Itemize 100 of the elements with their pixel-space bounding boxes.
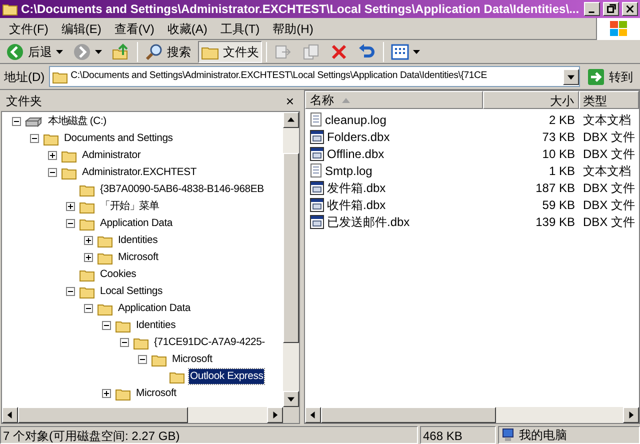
views-icon (391, 44, 409, 60)
file-name[interactable]: Offline.dbx (327, 144, 384, 162)
address-label: 地址(D) (4, 68, 45, 86)
status-zone: 我的电脑 (519, 427, 567, 444)
column-header[interactable]: 大小 (483, 91, 579, 109)
collapse-icon[interactable] (66, 219, 75, 228)
folder-icon (115, 386, 131, 400)
folder-icon (133, 336, 149, 350)
window-file-icon (310, 198, 324, 212)
tree-item[interactable]: Identities (117, 233, 159, 248)
search-icon (145, 42, 163, 60)
menu-item[interactable]: 文件(F) (9, 20, 48, 38)
folders-button[interactable]: 文件夹 (198, 40, 262, 62)
tree-item[interactable]: Outlook Express (189, 369, 264, 384)
collapse-icon[interactable] (120, 338, 129, 347)
window-file-icon (310, 146, 324, 160)
scroll-down-icon[interactable] (283, 391, 299, 407)
menu-item[interactable]: 工具(T) (220, 20, 260, 38)
tree-item[interactable]: 本地磁盘 (C:) (47, 114, 108, 129)
file-size: 59 KB (541, 196, 576, 214)
menu-item[interactable]: 查看(V) (114, 20, 154, 38)
collapse-icon[interactable] (102, 321, 111, 330)
column-header[interactable]: 名称 (305, 91, 483, 109)
column-header[interactable]: 类型 (579, 91, 639, 109)
tree-item[interactable]: Identities (135, 318, 177, 333)
collapse-icon[interactable] (48, 168, 57, 177)
file-name[interactable]: Folders.dbx (327, 128, 390, 146)
menu-item[interactable]: 收藏(A) (167, 20, 208, 38)
text-file-icon (310, 163, 322, 178)
collapse-icon[interactable] (84, 304, 93, 313)
tree-item[interactable]: Administrator.EXCHTEST (81, 165, 198, 180)
scroll-right-icon[interactable] (623, 407, 639, 423)
scroll-left-icon[interactable] (305, 407, 321, 423)
tree-item[interactable]: 「开始」菜单 (99, 199, 160, 214)
go-button[interactable]: 转到 (584, 66, 636, 88)
scroll-right-icon[interactable] (267, 407, 283, 423)
back-button[interactable]: 后退 (3, 40, 66, 62)
status-size: 468 KB (420, 426, 496, 444)
search-button[interactable]: 搜索 (142, 40, 194, 62)
folder-icon (79, 200, 95, 214)
file-name[interactable]: 收件箱.dbx (327, 196, 386, 214)
window-file-icon (310, 214, 324, 228)
folder-icon (97, 302, 113, 316)
scroll-up-icon[interactable] (283, 112, 299, 128)
folder-icon (79, 216, 95, 230)
close-icon[interactable] (622, 2, 638, 16)
tree-item[interactable]: Local Settings (99, 284, 164, 299)
scrollbar-thumb[interactable] (321, 407, 496, 423)
tree-item[interactable]: Application Data (99, 216, 174, 231)
expand-icon[interactable] (84, 253, 93, 262)
collapse-icon[interactable] (138, 355, 147, 364)
collapse-icon[interactable] (12, 117, 21, 126)
folder-icon (2, 2, 18, 16)
folder-icon (115, 318, 131, 332)
tree-item[interactable]: {3B7A0090-5AB6-4838-B146-968EB (99, 182, 265, 197)
file-name[interactable]: 已发送邮件.dbx (327, 212, 410, 230)
window-title: C:\Documents and Settings\Administrator.EXCHTEST\Local Settings\Application Data\Identities\... (21, 1, 580, 18)
scroll-left-icon[interactable] (2, 407, 18, 423)
folder-icon (169, 370, 185, 384)
tree-item[interactable]: Cookies (99, 267, 138, 282)
tree-item[interactable]: Administrator (81, 148, 142, 163)
minimize-icon[interactable] (584, 2, 600, 16)
text-file-icon (310, 112, 322, 127)
folder-icon (61, 148, 77, 162)
horizontal-scrollbar[interactable] (2, 407, 299, 423)
delete-icon (330, 42, 348, 60)
expand-icon[interactable] (102, 389, 111, 398)
scrollbar-thumb[interactable] (283, 153, 299, 343)
move-to-icon (274, 42, 292, 60)
file-name[interactable]: cleanup.log (325, 110, 386, 128)
file-name[interactable]: 发件箱.dbx (327, 178, 386, 196)
tree-item[interactable]: Microsoft (117, 250, 160, 265)
dropdown-caret-icon[interactable] (56, 50, 63, 54)
tree-item[interactable]: Microsoft (135, 386, 178, 401)
file-name[interactable]: Smtp.log (325, 162, 372, 180)
scrollbar-thumb[interactable] (18, 407, 188, 423)
tree-item[interactable]: Application Data (117, 301, 192, 316)
file-size: 139 KB (534, 214, 576, 230)
expand-icon[interactable] (66, 202, 75, 211)
dropdown-caret-icon[interactable] (413, 50, 420, 54)
file-type: 文本文档 (582, 162, 631, 180)
address-field[interactable]: C:\Documents and Settings\Administrator.EXCHTEST\Local Settings\Application Data\Identities\{71CE (48, 66, 580, 87)
file-type: DBX 文件 (582, 180, 636, 196)
expand-icon[interactable] (48, 151, 57, 160)
collapse-icon[interactable] (66, 287, 75, 296)
tree-item[interactable]: Documents and Settings (63, 131, 174, 146)
vertical-scrollbar[interactable] (283, 112, 299, 407)
expand-icon[interactable] (84, 236, 93, 245)
collapse-icon[interactable] (30, 134, 39, 143)
close-pane-button[interactable]: × (286, 94, 294, 108)
folder-icon (43, 132, 59, 146)
tree-item[interactable]: {71CE91DC-A7A9-4225- (153, 335, 266, 350)
address-text: C:\Documents and Settings\Administrator.EXCHTEST\Local Settings\Application Data\Identities\{71CE (70, 69, 488, 84)
horizontal-scrollbar[interactable] (305, 407, 639, 423)
restore-icon[interactable] (603, 2, 619, 16)
tree-item[interactable]: Microsoft (171, 352, 214, 367)
menu-item[interactable]: 帮助(H) (272, 20, 314, 38)
menu-item[interactable]: 编辑(E) (61, 20, 102, 38)
folder-icon (79, 284, 95, 298)
folder-icon (79, 182, 95, 196)
